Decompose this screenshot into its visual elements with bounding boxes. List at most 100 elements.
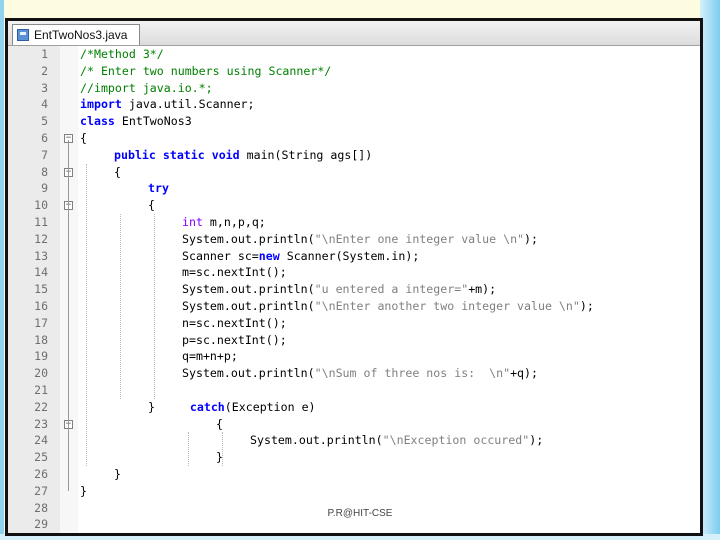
code-token: try xyxy=(148,181,169,196)
code-line[interactable]: 3 //import java.io.*; xyxy=(8,80,698,97)
code-token: } xyxy=(148,399,190,414)
code-line[interactable]: 20 System.out.println("\nSum of three nos… xyxy=(8,365,698,382)
line-number: 8 xyxy=(41,164,48,179)
code-line[interactable]: 13 Scanner sc=new Scanner(System.in); xyxy=(8,248,698,265)
line-number: 19 xyxy=(34,349,48,364)
line-number: 24 xyxy=(34,433,48,448)
code-line[interactable]: 24 System.out.println("\nException occure… xyxy=(8,432,698,449)
code-line[interactable]: 12 System.out.println("\nEnter one intege… xyxy=(8,231,698,248)
code-line[interactable]: 4 import java.util.Scanner; xyxy=(8,96,698,113)
code-token: java.util.Scanner; xyxy=(121,97,255,112)
code-line[interactable]: 11 int m,n,p,q; xyxy=(8,214,698,231)
fold-tree-line xyxy=(68,140,69,492)
indent-guide xyxy=(86,163,87,466)
code-token: q=m+n+p; xyxy=(182,349,238,364)
code-text: System.out.println("\nException occured"… xyxy=(250,432,543,449)
code-text: q=m+n+p; xyxy=(182,348,238,365)
code-token: +m); xyxy=(468,282,497,297)
line-number: 17 xyxy=(34,315,48,330)
tab-enttwonos3-java[interactable]: EntTwoNos3.java xyxy=(12,24,140,45)
code-text: } catch(Exception e) xyxy=(148,399,316,416)
code-token: /*Method 3*/ xyxy=(80,47,164,61)
line-number: 27 xyxy=(34,483,48,498)
code-line[interactable]: 18 p=sc.nextInt(); xyxy=(8,332,698,349)
code-token: //import java.io.*; xyxy=(80,80,213,95)
code-token: n=sc.nextInt(); xyxy=(182,315,287,330)
code-token: public static void xyxy=(114,147,240,162)
line-number: 4 xyxy=(41,97,48,112)
slide-right-accent xyxy=(700,0,720,540)
code-line[interactable]: 10−{ xyxy=(8,197,698,214)
slide-left-accent xyxy=(0,0,4,540)
slide-footer: P.R@HIT-CSE xyxy=(327,508,393,519)
indent-guide xyxy=(154,214,155,399)
code-line[interactable]: 16 System.out.println("\nEnter another tw… xyxy=(8,298,698,315)
code-text: Scanner sc=new Scanner(System.in); xyxy=(182,248,419,265)
code-text: p=sc.nextInt(); xyxy=(182,332,287,349)
code-text: System.out.println("u entered a integer=… xyxy=(182,281,496,298)
code-token: ); xyxy=(524,231,538,246)
code-line[interactable]: 1 /*Method 3*/ xyxy=(8,46,698,63)
code-token: { xyxy=(114,164,121,179)
line-number: 16 xyxy=(34,299,48,313)
code-line[interactable]: 22 } catch(Exception e) xyxy=(8,399,698,416)
code-line[interactable]: 9 try xyxy=(8,180,698,197)
code-line[interactable]: 8−{ xyxy=(8,164,698,181)
code-line[interactable]: 26} xyxy=(8,466,698,483)
code-text: m=sc.nextInt(); xyxy=(182,264,287,281)
line-number: 11 xyxy=(34,215,48,229)
code-line[interactable]: 14 m=sc.nextInt(); xyxy=(8,264,698,281)
code-line[interactable]: 23−{ xyxy=(8,416,698,433)
code-token: System.out.println( xyxy=(182,366,315,381)
line-number: 1 xyxy=(41,47,48,61)
code-line[interactable]: 6−{ xyxy=(8,130,698,147)
code-text: { xyxy=(148,197,155,214)
code-line[interactable]: 5 class EntTwoNos3 xyxy=(8,113,698,130)
code-text: System.out.println("\nEnter one integer … xyxy=(182,231,538,248)
line-number: 22 xyxy=(34,399,48,414)
code-token: m=sc.nextInt(); xyxy=(182,265,287,280)
code-text: public static void main(String ags[]) xyxy=(114,147,372,164)
code-token: +q); xyxy=(510,366,538,381)
code-token: /* Enter two numbers using Scanner*/ xyxy=(80,63,332,78)
code-token: m,n,p,q; xyxy=(202,215,266,229)
code-text: } xyxy=(80,483,87,500)
code-line[interactable]: 7 public static void main(String ags[]) xyxy=(8,147,698,164)
code-text: { xyxy=(114,164,121,181)
code-token: } xyxy=(114,467,121,481)
code-line[interactable]: 15 System.out.println("u entered a intege… xyxy=(8,281,698,298)
line-number: 3 xyxy=(41,80,48,95)
code-line[interactable]: 27} xyxy=(8,483,698,500)
line-number: 12 xyxy=(34,231,48,246)
line-number: 26 xyxy=(34,467,48,481)
line-number: 9 xyxy=(41,181,48,196)
code-token: Scanner(System.in); xyxy=(279,248,420,263)
line-number: 23 xyxy=(34,416,48,431)
code-token: ); xyxy=(529,433,544,448)
line-number: 20 xyxy=(34,366,48,381)
code-text: System.out.println("\nSum of three nos i… xyxy=(182,365,538,382)
code-text: System.out.println("\nEnter another two … xyxy=(182,298,594,315)
line-number: 13 xyxy=(34,248,48,263)
line-number: 2 xyxy=(41,63,48,78)
code-token: "\nException occured" xyxy=(382,433,530,448)
tab-bar: EntTwoNos3.java xyxy=(8,21,700,46)
code-token: EntTwoNos3 xyxy=(114,114,192,129)
code-line[interactable]: 19 q=m+n+p; xyxy=(8,348,698,365)
code-line[interactable]: 17 n=sc.nextInt(); xyxy=(8,315,698,332)
indent-guide xyxy=(188,432,189,466)
code-token: new xyxy=(258,248,280,263)
code-line[interactable]: 25} xyxy=(8,449,698,466)
code-token: import xyxy=(80,97,122,112)
code-line[interactable]: 21 xyxy=(8,382,698,399)
code-text: n=sc.nextInt(); xyxy=(182,315,287,332)
code-text: } xyxy=(114,466,121,483)
code-token: System.out.println( xyxy=(182,231,315,246)
line-number: 21 xyxy=(34,383,48,397)
line-number: 7 xyxy=(41,147,48,162)
code-text: class EntTwoNos3 xyxy=(80,113,192,130)
line-number: 10 xyxy=(34,198,48,213)
code-line[interactable]: 2 /* Enter two numbers using Scanner*/ xyxy=(8,63,698,80)
code-text: { xyxy=(80,130,87,147)
code-token: Scanner sc= xyxy=(182,248,259,263)
